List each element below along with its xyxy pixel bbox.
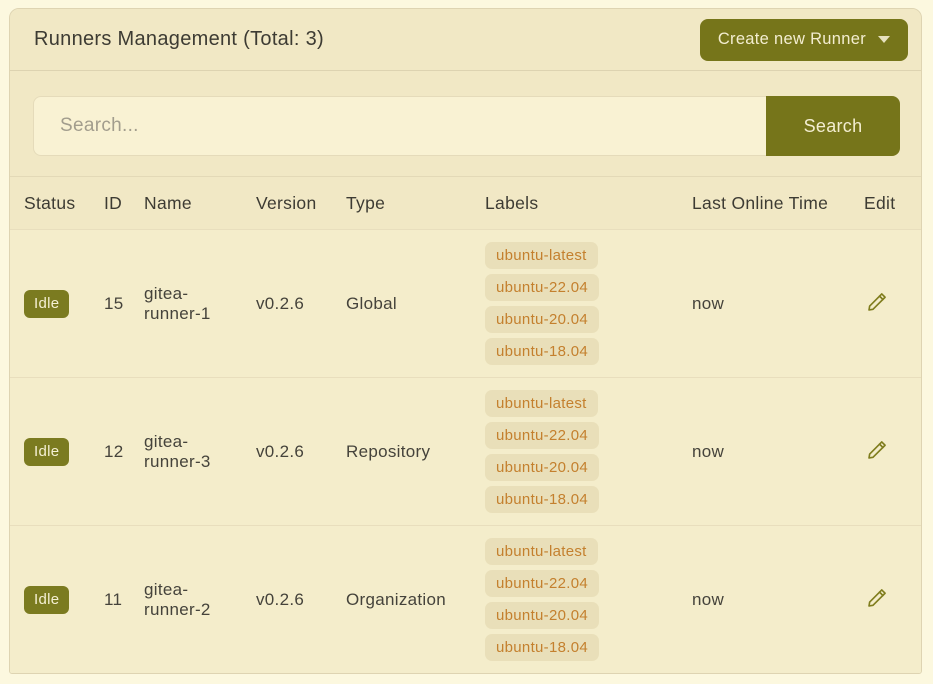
runner-label-chip: ubuntu-latest [485, 538, 598, 565]
column-header-version: Version [256, 177, 346, 229]
table-row: Idle 15 gitea-runner-1 v0.2.6 Global ubu… [10, 229, 922, 377]
last-online-time: now [692, 377, 864, 525]
labels-list: ubuntu-latest ubuntu-22.04 ubuntu-20.04 … [485, 390, 692, 513]
runner-label-chip: ubuntu-latest [485, 242, 598, 269]
table-row: Idle 12 gitea-runner-3 v0.2.6 Repository… [10, 377, 922, 525]
runner-type: Repository [346, 377, 485, 525]
page-title: Runners Management (Total: 3) [34, 28, 324, 51]
runner-label-chip: ubuntu-18.04 [485, 634, 599, 661]
pencil-icon [866, 291, 888, 313]
status-badge: Idle [24, 438, 69, 466]
caret-down-icon [878, 36, 890, 43]
runner-version: v0.2.6 [256, 229, 346, 377]
runner-id: 12 [104, 377, 144, 525]
create-runner-button-label: Create new Runner [718, 30, 866, 49]
runner-version: v0.2.6 [256, 525, 346, 673]
edit-runner-button[interactable] [864, 289, 890, 315]
runner-label-chip: ubuntu-18.04 [485, 486, 599, 513]
edit-runner-button[interactable] [864, 585, 890, 611]
last-online-time: now [692, 229, 864, 377]
runner-label-chip: ubuntu-22.04 [485, 274, 599, 301]
pencil-icon [866, 587, 888, 609]
create-runner-button[interactable]: Create new Runner [700, 19, 908, 61]
runner-id: 15 [104, 229, 144, 377]
runner-name: gitea-runner-1 [144, 229, 256, 377]
runner-version: v0.2.6 [256, 377, 346, 525]
table-header-row: Status ID Name Version Type Labels Last … [10, 177, 922, 229]
column-header-name: Name [144, 177, 256, 229]
runner-type: Global [346, 229, 485, 377]
column-header-id: ID [104, 177, 144, 229]
runner-label-chip: ubuntu-22.04 [485, 570, 599, 597]
runner-label-chip: ubuntu-20.04 [485, 306, 599, 333]
panel-header: Runners Management (Total: 3) Create new… [10, 9, 921, 71]
labels-list: ubuntu-latest ubuntu-22.04 ubuntu-20.04 … [485, 538, 692, 661]
runner-id: 11 [104, 525, 144, 673]
runner-label-chip: ubuntu-20.04 [485, 602, 599, 629]
search-input[interactable] [33, 96, 766, 156]
status-badge: Idle [24, 586, 69, 614]
search-button[interactable]: Search [766, 96, 900, 156]
runner-label-chip: ubuntu-latest [485, 390, 598, 417]
runner-label-chip: ubuntu-20.04 [485, 454, 599, 481]
labels-list: ubuntu-latest ubuntu-22.04 ubuntu-20.04 … [485, 242, 692, 365]
search-bar: Search [33, 96, 900, 156]
column-header-edit: Edit [864, 177, 922, 229]
column-header-status: Status [10, 177, 104, 229]
runner-label-chip: ubuntu-18.04 [485, 338, 599, 365]
status-badge: Idle [24, 290, 69, 318]
runners-table: Status ID Name Version Type Labels Last … [10, 177, 922, 673]
last-online-time: now [692, 525, 864, 673]
table-row: Idle 11 gitea-runner-2 v0.2.6 Organizati… [10, 525, 922, 673]
runner-type: Organization [346, 525, 485, 673]
runner-name: gitea-runner-3 [144, 377, 256, 525]
runners-management-panel: Runners Management (Total: 3) Create new… [9, 8, 922, 674]
column-header-type: Type [346, 177, 485, 229]
column-header-labels: Labels [485, 177, 692, 229]
search-section: Search [10, 71, 921, 177]
pencil-icon [866, 439, 888, 461]
column-header-last-online-time: Last Online Time [692, 177, 864, 229]
runner-label-chip: ubuntu-22.04 [485, 422, 599, 449]
edit-runner-button[interactable] [864, 437, 890, 463]
runner-name: gitea-runner-2 [144, 525, 256, 673]
